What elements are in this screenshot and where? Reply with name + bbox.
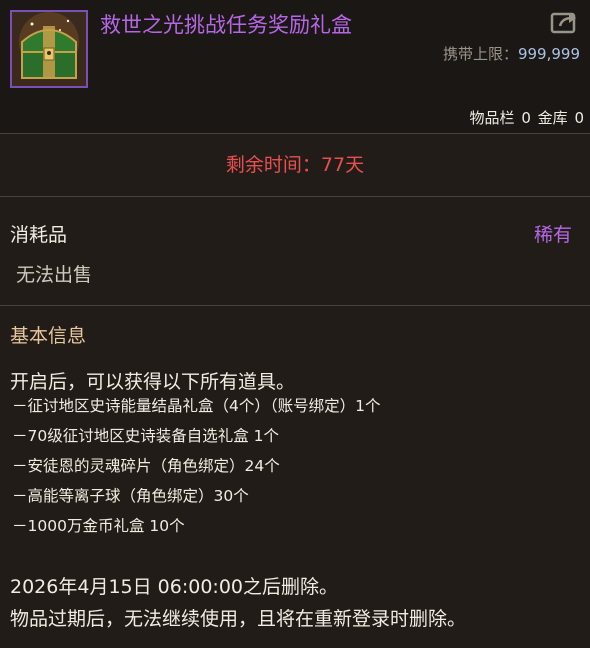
- item-rarity: 稀有: [533, 224, 572, 246]
- bank-label: 金库: [537, 109, 568, 127]
- divider: [0, 305, 590, 306]
- carry-limit: 携带上限：999,999: [443, 43, 580, 64]
- carry-limit-label: 携带上限：: [442, 45, 518, 63]
- list-item: －安徒恩的灵魂碎片（角色绑定）24个: [12, 457, 280, 475]
- expire-note: 物品过期后，无法继续使用，且将在重新登录时删除。: [10, 608, 467, 630]
- trade-restriction: 无法出售: [16, 264, 93, 286]
- storage-counts: 物品栏 0 金库 0: [468, 107, 584, 128]
- treasure-chest-icon: [10, 10, 88, 88]
- reward-list: －征讨地区史诗能量结晶礼盒（4个）（账号绑定）1个 －70级征讨地区史诗装备自选…: [12, 395, 380, 545]
- item-title: 救世之光挑战任务奖励礼盒: [100, 13, 352, 37]
- divider: [0, 196, 590, 197]
- list-item: －高能等离子球（角色绑定）30个: [12, 487, 249, 505]
- item-category: 消耗品: [10, 224, 68, 246]
- intro-text: 开启后，可以获得以下所有道具。: [10, 371, 296, 393]
- divider: [0, 133, 590, 134]
- item-tooltip-panel: 救世之光挑战任务奖励礼盒 携带上限：999,999 物品栏 0 金库 0 剩余时…: [0, 0, 590, 648]
- tooltip-header: 救世之光挑战任务奖励礼盒 携带上限：999,999 物品栏 0 金库 0: [0, 0, 590, 133]
- remaining-time: 剩余时间：77天: [225, 154, 365, 176]
- list-item: －征讨地区史诗能量结晶礼盒（4个）（账号绑定）1个: [12, 397, 381, 415]
- list-item: －1000万金币礼盒 10个: [12, 517, 185, 535]
- section-title: 基本信息: [10, 325, 87, 347]
- share-button[interactable]: [550, 10, 580, 34]
- inventory-label: 物品栏: [469, 109, 515, 127]
- carry-limit-value: 999,999: [517, 45, 580, 63]
- delete-date: 2026年4月15日 06:00:00之后删除。: [10, 576, 338, 598]
- inventory-count: 0: [521, 109, 531, 127]
- share-icon: [550, 12, 576, 34]
- bank-count: 0: [574, 109, 584, 127]
- list-item: －70级征讨地区史诗装备自选礼盒 1个: [12, 427, 280, 445]
